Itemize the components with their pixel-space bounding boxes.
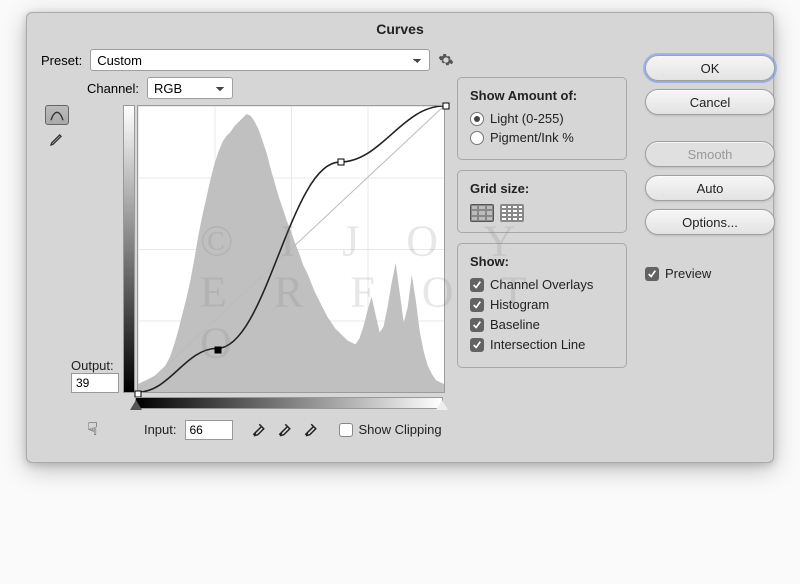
smooth-button[interactable]: Smooth — [645, 141, 775, 167]
check-icon — [647, 269, 657, 279]
input-field[interactable] — [185, 420, 233, 440]
checkbox-icon — [470, 278, 484, 292]
show-amount-group: Show Amount of: Light (0-255) Pigment/In… — [457, 77, 627, 160]
pencil-tool-icon[interactable] — [45, 129, 69, 149]
preset-label: Preset: — [41, 53, 82, 68]
hand-tool-icon[interactable]: ☟ — [87, 419, 98, 440]
show-clipping-label: Show Clipping — [359, 422, 442, 437]
show-channel_overlays[interactable]: Channel Overlays — [470, 277, 616, 292]
output-field[interactable] — [71, 373, 119, 393]
options-button[interactable]: Options... — [645, 209, 775, 235]
output-gradient — [123, 105, 135, 393]
cancel-button[interactable]: Cancel — [645, 89, 775, 115]
black-point-slider[interactable] — [130, 400, 142, 410]
preview-checkbox-row[interactable]: Preview — [645, 266, 775, 281]
channel-label: Channel: — [87, 81, 139, 96]
eyedropper-black-icon[interactable] — [251, 419, 269, 440]
white-point-slider[interactable] — [436, 400, 448, 410]
preset-select[interactable]: Custom — [90, 49, 430, 71]
eyedropper-gray-icon[interactable] — [277, 419, 295, 440]
curve-tool-icon[interactable] — [45, 105, 69, 125]
checkbox-icon — [470, 318, 484, 332]
curve-line — [138, 106, 444, 392]
grid-size-title: Grid size: — [470, 181, 616, 196]
show-options-title: Show: — [470, 254, 616, 269]
auto-button[interactable]: Auto — [645, 175, 775, 201]
ok-button[interactable]: OK — [645, 55, 775, 81]
input-gradient[interactable] — [135, 397, 443, 409]
input-label: Input: — [144, 422, 177, 437]
curve-point[interactable] — [443, 103, 450, 110]
preview-checkbox[interactable] — [645, 267, 659, 281]
checkbox-icon — [470, 298, 484, 312]
channel-select[interactable]: RGB — [147, 77, 233, 99]
radio-dot-icon — [470, 112, 484, 126]
show-intersection[interactable]: Intersection Line — [470, 337, 616, 352]
radio-dot-icon — [470, 131, 484, 145]
pigment-radio[interactable]: Pigment/Ink % — [470, 130, 616, 145]
show-options-group: Show: Channel Overlays Histogram Baseline I… — [457, 243, 627, 368]
curve-point[interactable] — [214, 346, 221, 353]
curve-graph[interactable] — [137, 105, 445, 393]
output-label: Output: — [71, 358, 119, 373]
dialog-title: Curves — [27, 13, 773, 43]
show-histogram[interactable]: Histogram — [470, 297, 616, 312]
grid-coarse-button[interactable] — [470, 204, 494, 222]
show-baseline[interactable]: Baseline — [470, 317, 616, 332]
show-clipping-checkbox[interactable] — [339, 423, 353, 437]
curve-point[interactable] — [337, 159, 344, 166]
light-radio[interactable]: Light (0-255) — [470, 111, 616, 126]
show-amount-title: Show Amount of: — [470, 88, 616, 103]
gear-icon[interactable] — [438, 52, 454, 68]
grid-size-group: Grid size: — [457, 170, 627, 233]
grid-fine-button[interactable] — [500, 204, 524, 222]
eyedropper-white-icon[interactable] — [303, 419, 321, 440]
checkbox-icon — [470, 338, 484, 352]
curves-dialog: Curves Preset: Custom Channel: — [26, 12, 774, 463]
